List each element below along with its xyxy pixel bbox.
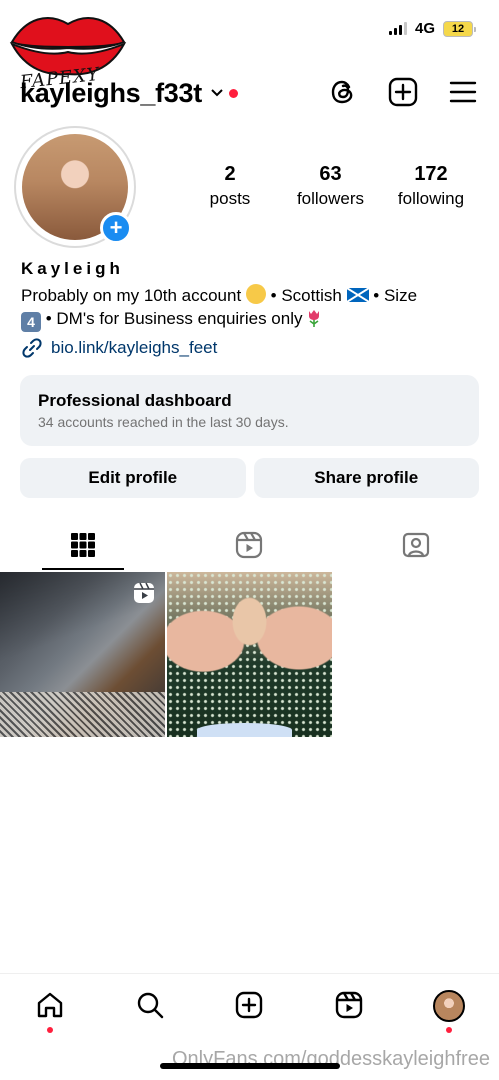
posts-grid xyxy=(0,572,332,737)
edit-profile-button[interactable]: Edit profile xyxy=(20,458,246,498)
grid-icon xyxy=(71,533,96,557)
post-thumbnail-reel[interactable] xyxy=(0,572,165,737)
dashboard-subtitle: 34 accounts reached in the last 30 days. xyxy=(38,414,289,430)
professional-dashboard[interactable]: Professional dashboard 34 accounts reach… xyxy=(20,375,479,446)
notification-dot xyxy=(228,88,238,98)
profile-actions: Edit profile Share profile xyxy=(20,458,479,498)
reels-icon xyxy=(336,991,363,1019)
nav-profile[interactable] xyxy=(399,974,499,1043)
tab-posts-grid[interactable] xyxy=(0,520,166,570)
nav-create[interactable] xyxy=(200,974,300,1043)
battery-icon: 12 xyxy=(443,20,476,37)
followers-stat[interactable]: 63 followers xyxy=(281,163,381,209)
woozy-face-emoji-icon xyxy=(245,284,266,304)
add-story-icon[interactable]: + xyxy=(100,212,132,244)
profile-bio: Probably on my 10th account • Scottish •… xyxy=(21,284,481,332)
network-label: 4G xyxy=(414,20,435,37)
bio-text-4: • DM's for Business enquiries only xyxy=(45,309,303,328)
share-profile-button[interactable]: Share profile xyxy=(253,458,479,498)
scotland-flag-icon xyxy=(346,288,369,302)
posts-label: posts xyxy=(209,189,251,208)
following-label: following xyxy=(397,189,465,208)
username[interactable]: kayleighs_f33t xyxy=(20,78,202,109)
following-stat[interactable]: 172 following xyxy=(381,163,481,209)
bio-text-3: • Size xyxy=(373,286,418,305)
menu-icon[interactable] xyxy=(447,76,479,108)
keycap-four-icon: 4 xyxy=(21,312,41,332)
tab-reels[interactable] xyxy=(166,520,332,570)
reels-icon xyxy=(236,531,263,559)
home-icon xyxy=(37,992,63,1018)
posts-stat[interactable]: 2 posts xyxy=(180,163,280,209)
tulip-icon xyxy=(309,310,320,327)
followers-label: followers xyxy=(296,189,365,208)
nav-search[interactable] xyxy=(100,974,200,1043)
posts-count: 2 xyxy=(224,163,236,185)
tagged-icon xyxy=(402,532,429,558)
profile-stats: 2 posts 63 followers 172 following xyxy=(180,163,481,209)
create-icon xyxy=(236,991,263,1019)
followers-count: 63 xyxy=(319,163,342,185)
link-icon xyxy=(22,338,42,358)
bottom-navigation xyxy=(0,973,499,1043)
profile-header: kayleighs_f33t xyxy=(20,72,479,114)
profile-tabs xyxy=(0,520,499,570)
display-name: Kayleigh xyxy=(21,259,124,278)
status-bar: 4G 12 xyxy=(388,20,476,37)
reel-indicator-icon xyxy=(134,582,154,603)
bio-text-1: Probably on my 10th account xyxy=(21,286,242,305)
home-indicator[interactable] xyxy=(160,1063,340,1069)
nav-reels[interactable] xyxy=(299,974,399,1043)
signal-icon xyxy=(388,22,407,35)
bio-link-text[interactable]: bio.link/kayleighs_feet xyxy=(51,338,217,358)
profile-avatar-small xyxy=(433,990,466,1022)
post-thumbnail-photo[interactable] xyxy=(167,572,332,737)
chevron-down-icon[interactable] xyxy=(210,86,224,100)
bio-link[interactable]: bio.link/kayleighs_feet xyxy=(21,337,217,359)
create-icon[interactable] xyxy=(387,76,419,108)
bio-text-2: • Scottish xyxy=(270,286,342,305)
following-count: 172 xyxy=(414,163,448,185)
tab-tagged[interactable] xyxy=(333,520,499,570)
threads-icon[interactable] xyxy=(327,76,359,108)
search-icon xyxy=(137,992,163,1019)
home-notification-dot xyxy=(46,1027,53,1033)
profile-notification-dot xyxy=(446,1027,453,1033)
nav-home[interactable] xyxy=(0,974,100,1043)
dashboard-title: Professional dashboard xyxy=(38,391,232,410)
